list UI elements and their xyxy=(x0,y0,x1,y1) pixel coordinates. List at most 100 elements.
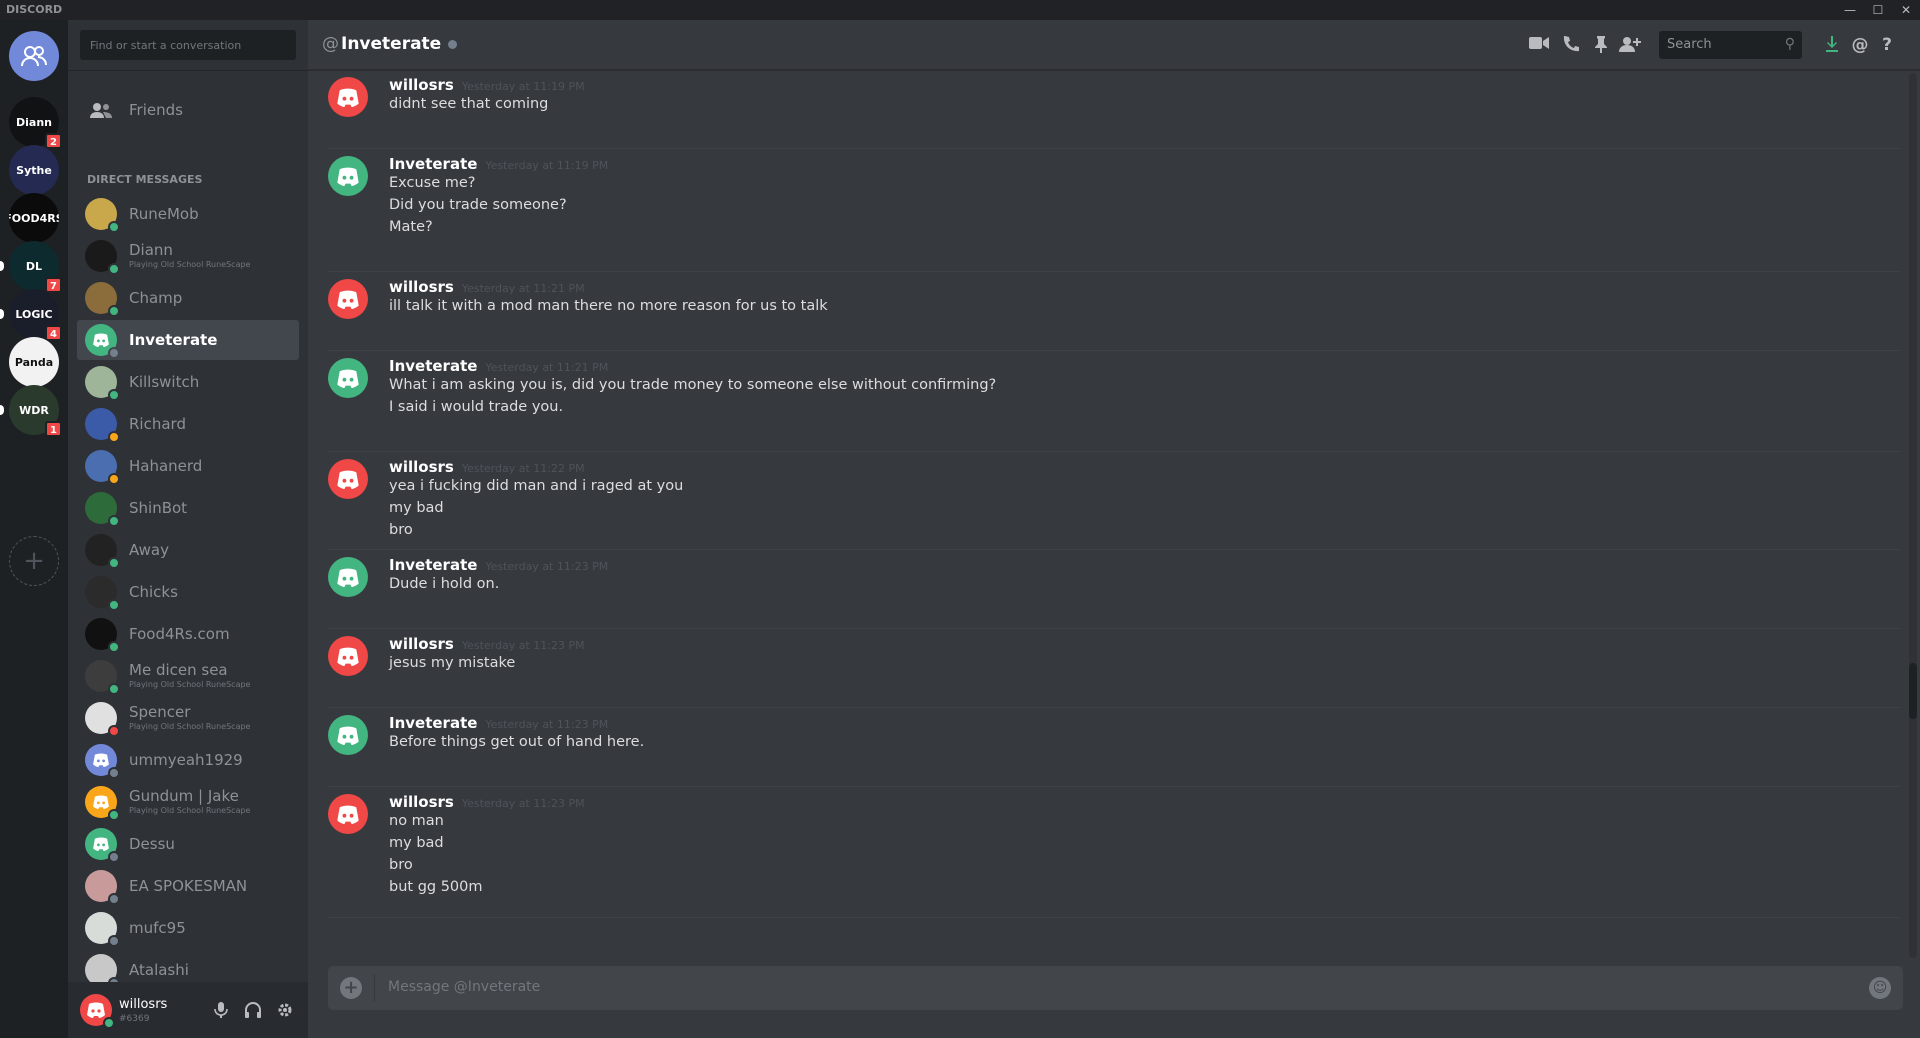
dm-item[interactable]: Me dicen sea Playing Old School RuneScape xyxy=(77,656,299,696)
dm-text: RuneMob xyxy=(129,206,199,222)
friends-nav-item[interactable]: Friends xyxy=(77,90,299,130)
dm-activity: Playing Old School RuneScape xyxy=(129,260,251,269)
server-icon[interactable]: FOOD4RS xyxy=(9,193,59,243)
message-author[interactable]: Inveterate xyxy=(389,357,477,375)
headphones-icon[interactable] xyxy=(243,1000,263,1020)
minimize-button[interactable]: — xyxy=(1838,1,1862,19)
discord-logo-icon xyxy=(337,470,359,489)
author-avatar[interactable] xyxy=(328,794,368,834)
pinned-messages-icon[interactable] xyxy=(1590,35,1612,55)
close-button[interactable]: ✕ xyxy=(1894,1,1918,19)
message-author[interactable]: Inveterate xyxy=(389,714,477,732)
dm-item[interactable]: EA SPOKESMAN xyxy=(77,866,299,906)
dm-username: ShinBot xyxy=(129,498,188,517)
dm-username: Atalashi xyxy=(129,960,189,979)
presence-status-dot xyxy=(108,809,120,821)
server-icon[interactable]: Sythe xyxy=(9,145,59,195)
message-author[interactable]: willosrs xyxy=(389,458,454,476)
author-avatar[interactable] xyxy=(328,279,368,319)
dm-item[interactable]: mufc95 xyxy=(77,908,299,948)
emoji-picker-icon[interactable]: ☺ xyxy=(1869,977,1891,999)
presence-status-dot xyxy=(108,389,120,401)
help-icon[interactable]: ? xyxy=(1876,35,1898,55)
message-group: willosrs Yesterday at 11:22 PM yea i fucki… xyxy=(328,453,1900,550)
at-symbol: @ xyxy=(322,34,339,54)
dm-item[interactable]: Richard xyxy=(77,404,299,444)
dm-item[interactable]: Dessu xyxy=(77,824,299,864)
author-avatar[interactable] xyxy=(328,557,368,597)
message-author[interactable]: willosrs xyxy=(389,793,454,811)
add-friend-to-dm-icon[interactable] xyxy=(1619,35,1641,55)
friends-home-button[interactable] xyxy=(9,31,59,81)
dm-avatar xyxy=(85,828,120,863)
dm-item[interactable]: Away xyxy=(77,530,299,570)
dm-item[interactable]: Champ xyxy=(77,278,299,318)
conversation-search-input[interactable]: Find or start a conversation xyxy=(80,30,296,60)
scrollbar-thumb[interactable] xyxy=(1909,663,1917,719)
dm-avatar xyxy=(85,282,120,317)
presence-status-dot xyxy=(108,515,120,527)
video-call-icon[interactable] xyxy=(1528,35,1550,55)
dm-item[interactable]: Inveterate xyxy=(77,320,299,360)
microphone-icon[interactable] xyxy=(211,1000,231,1020)
dm-avatar xyxy=(85,534,120,569)
message-text: Did you trade someone? xyxy=(389,197,567,213)
voice-call-icon[interactable] xyxy=(1560,35,1582,55)
mentions-icon[interactable]: @ xyxy=(1849,35,1871,55)
dm-avatar xyxy=(85,912,120,947)
message-author[interactable]: willosrs xyxy=(389,76,454,94)
dm-item[interactable]: Spencer Playing Old School RuneScape xyxy=(77,698,299,738)
download-icon[interactable] xyxy=(1821,35,1843,55)
dm-item[interactable]: RuneMob xyxy=(77,194,299,234)
message-search-input[interactable]: Search ⚲ xyxy=(1659,31,1802,59)
dm-text: Food4Rs.com xyxy=(129,626,230,642)
message-header: Inveterate Yesterday at 11:23 PM xyxy=(389,556,608,574)
server-icon[interactable]: Diann 2 xyxy=(9,97,62,149)
message-scrollbar[interactable] xyxy=(1909,73,1917,958)
dm-text: Champ xyxy=(129,290,182,306)
dm-item[interactable]: ummyeah1929 xyxy=(77,740,299,780)
dm-text: EA SPOKESMAN xyxy=(129,878,247,894)
author-avatar[interactable] xyxy=(328,156,368,196)
author-avatar[interactable] xyxy=(328,358,368,398)
presence-status-dot xyxy=(108,557,120,569)
server-icon[interactable]: Panda xyxy=(9,337,59,387)
server-name: Panda xyxy=(9,337,59,387)
server-icon[interactable]: LOGIC 4 xyxy=(0,289,62,341)
user-avatar[interactable] xyxy=(80,994,115,1029)
dm-item[interactable]: Gundum | Jake Playing Old School RuneScap… xyxy=(77,782,299,822)
message-author[interactable]: Inveterate xyxy=(389,155,477,173)
message-author[interactable]: Inveterate xyxy=(389,556,477,574)
author-avatar[interactable] xyxy=(328,636,368,676)
message-author[interactable]: willosrs xyxy=(389,278,454,296)
message-text: my bad xyxy=(389,500,444,516)
dm-item[interactable]: Killswitch xyxy=(77,362,299,402)
message-input[interactable]: Message @Inveterate xyxy=(388,979,540,995)
dm-item[interactable]: Chicks xyxy=(77,572,299,612)
friends-icon xyxy=(9,31,59,81)
upload-plus-icon[interactable]: + xyxy=(340,977,362,999)
search-icon: ⚲ xyxy=(1784,36,1795,52)
add-server-button[interactable]: + xyxy=(9,536,59,586)
presence-status-dot xyxy=(108,473,120,485)
maximize-button[interactable]: ☐ xyxy=(1866,1,1890,19)
server-icon[interactable]: DL 7 xyxy=(0,241,62,293)
unread-indicator xyxy=(0,261,4,271)
dm-text: Away xyxy=(129,542,169,558)
author-avatar[interactable] xyxy=(328,459,368,499)
dm-item[interactable]: Diann Playing Old School RuneScape xyxy=(77,236,299,276)
server-icon[interactable]: WDR 1 xyxy=(0,385,62,437)
discord-logo-icon xyxy=(337,88,359,107)
server-name: Sythe xyxy=(9,145,59,195)
dm-item[interactable]: Food4Rs.com xyxy=(77,614,299,654)
message-author[interactable]: willosrs xyxy=(389,635,454,653)
settings-gear-icon[interactable] xyxy=(275,1000,295,1020)
dm-item[interactable]: ShinBot xyxy=(77,488,299,528)
author-avatar[interactable] xyxy=(328,715,368,755)
chat-header: @ Inveterate Search ⚲ @ ? xyxy=(308,20,1920,70)
message-group: willosrs Yesterday at 11:23 PM no man my ba… xyxy=(328,788,1900,918)
author-avatar[interactable] xyxy=(328,77,368,117)
dm-text: Killswitch xyxy=(129,374,199,390)
discord-logo: DISCORD xyxy=(6,3,63,16)
dm-item[interactable]: Hahanerd xyxy=(77,446,299,486)
